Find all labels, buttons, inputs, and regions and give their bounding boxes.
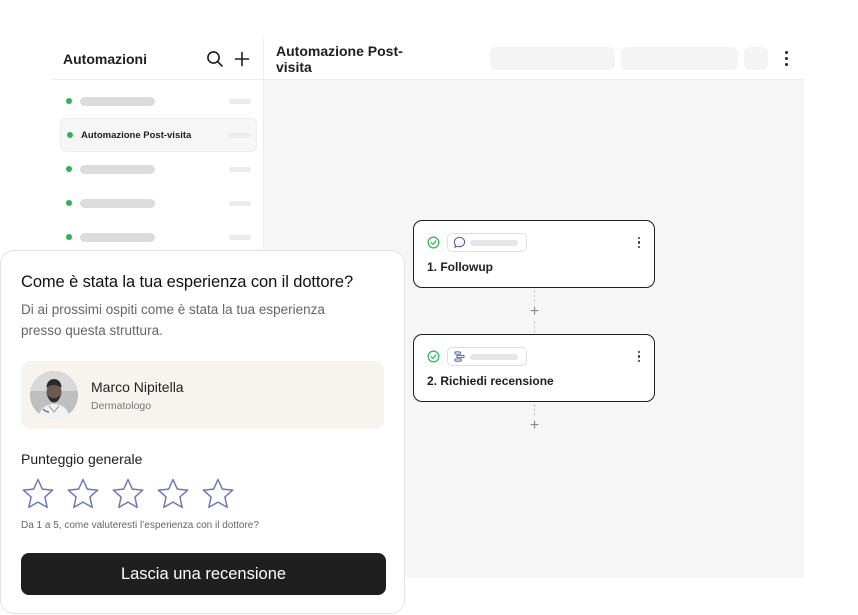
step-type-chip xyxy=(447,347,527,366)
status-dot xyxy=(67,132,73,138)
sidebar-title: Automazioni xyxy=(63,50,147,67)
star-icon[interactable] xyxy=(21,477,55,511)
list-item-active[interactable]: Automazione Post-visita xyxy=(60,118,257,152)
add-step-button[interactable]: + xyxy=(527,418,542,434)
doctor-role: Dermatologo xyxy=(91,399,152,412)
automation-list: Automazione Post-visita xyxy=(52,80,263,254)
star-rating xyxy=(21,477,384,511)
step-type-chip xyxy=(447,233,527,252)
label-placeholder xyxy=(80,96,155,106)
label-placeholder xyxy=(80,164,155,174)
list-item[interactable] xyxy=(60,84,257,118)
flow-connector xyxy=(534,404,535,416)
chip-placeholder xyxy=(470,353,518,360)
check-circle-icon xyxy=(427,236,440,249)
star-icon[interactable] xyxy=(201,477,235,511)
meta-placeholder xyxy=(229,234,251,240)
page-title: Automazione Post-visita xyxy=(276,42,403,75)
check-circle-icon xyxy=(427,350,440,363)
flow-connector xyxy=(534,290,535,302)
rating-hint: Da 1 a 5, come valuteresti l’esperienza … xyxy=(21,520,259,531)
chip-placeholder xyxy=(470,239,518,246)
star-icon[interactable] xyxy=(66,477,100,511)
step-label: 1. Followup xyxy=(427,260,493,274)
label-placeholder xyxy=(80,232,155,242)
star-icon[interactable] xyxy=(111,477,145,511)
main-header: Automazione Post-visita xyxy=(264,38,804,80)
add-automation-icon[interactable] xyxy=(231,48,253,70)
list-item[interactable] xyxy=(60,220,257,254)
toolbar-placeholder xyxy=(744,47,769,70)
status-dot xyxy=(66,98,72,104)
star-icon[interactable] xyxy=(156,477,190,511)
list-form-icon xyxy=(454,351,465,362)
status-dot xyxy=(66,166,72,172)
step-label: 2. Richiedi recensione xyxy=(427,374,554,388)
add-step-button[interactable]: + xyxy=(527,304,542,320)
meta-placeholder xyxy=(229,98,251,104)
doctor-name: Marco Nipitella xyxy=(91,378,184,395)
flow-step-card[interactable]: 1. Followup xyxy=(413,220,655,288)
list-item[interactable] xyxy=(60,186,257,220)
more-options-icon[interactable] xyxy=(778,48,794,70)
review-title: Come è stata la tua esperienza con il do… xyxy=(21,273,354,291)
doctor-info-box: Marco Nipitella Dermatologo xyxy=(21,361,384,429)
chat-bubble-icon xyxy=(453,236,466,248)
meta-placeholder xyxy=(229,166,251,172)
toolbar-placeholder xyxy=(620,47,739,70)
status-dot xyxy=(66,200,72,206)
review-card: Come è stata la tua esperienza con il do… xyxy=(0,250,405,614)
rating-label: Punteggio generale xyxy=(21,451,143,467)
submit-review-button[interactable]: Lascia una recensione xyxy=(21,553,386,595)
step-menu-icon[interactable] xyxy=(637,350,640,363)
flow-connector xyxy=(534,321,535,333)
list-item[interactable] xyxy=(60,152,257,186)
label-placeholder xyxy=(80,198,155,208)
step-menu-icon[interactable] xyxy=(637,236,640,249)
flow-step-card[interactable]: 2. Richiedi recensione xyxy=(413,334,655,402)
search-icon[interactable] xyxy=(204,48,226,70)
meta-placeholder xyxy=(229,200,251,206)
review-subtitle: Di ai prossimi ospiti come è stata la tu… xyxy=(21,302,325,338)
status-dot xyxy=(66,234,72,240)
sidebar-header: Automazioni xyxy=(52,38,263,80)
avatar xyxy=(30,371,78,419)
meta-placeholder xyxy=(228,132,250,138)
list-item-label: Automazione Post-visita xyxy=(81,129,192,141)
toolbar-placeholder xyxy=(490,47,615,70)
